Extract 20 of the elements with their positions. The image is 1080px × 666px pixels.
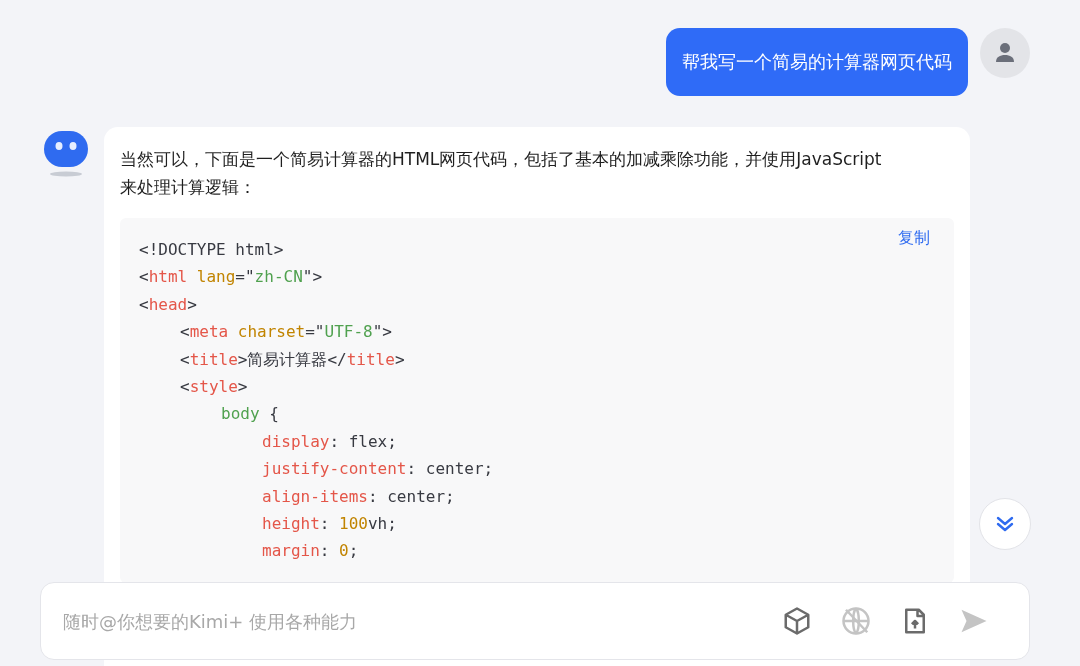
- code-line: display: flex;: [262, 430, 397, 453]
- code-line: align-items: center;: [262, 485, 455, 508]
- code-line: <title>简易计算器</title>: [180, 348, 405, 371]
- user-avatar-icon: [980, 28, 1030, 78]
- user-message: 帮我写一个简易的计算器网页代码: [666, 28, 968, 96]
- code-line: justify-content: center;: [262, 458, 494, 481]
- robot-avatar-icon: [42, 129, 90, 177]
- code-line: height: 100vh;: [262, 513, 397, 536]
- copy-button[interactable]: 复制: [898, 228, 930, 249]
- assistant-message-text: 当然可以，下面是一个简易计算器的HTML网页代码，包括了基本的加减乘除功能，并使用JavaScript来处理计算逻辑：: [120, 148, 883, 199]
- message-input[interactable]: 随时@你想要的Kimi+ 使用各种能力: [61, 609, 782, 633]
- code-line: <!DOCTYPE html>: [139, 239, 284, 261]
- cube-icon[interactable]: [782, 606, 812, 636]
- code-line: <style>: [180, 376, 248, 399]
- code-line: margin: 0;: [262, 540, 359, 563]
- code-line: <html lang="zh-CN">: [139, 266, 323, 289]
- code-line: <meta charset="UTF-8">: [180, 321, 392, 344]
- code-line: body {: [221, 403, 279, 426]
- code-line: <head>: [139, 293, 197, 316]
- scroll-down-button[interactable]: [979, 498, 1031, 550]
